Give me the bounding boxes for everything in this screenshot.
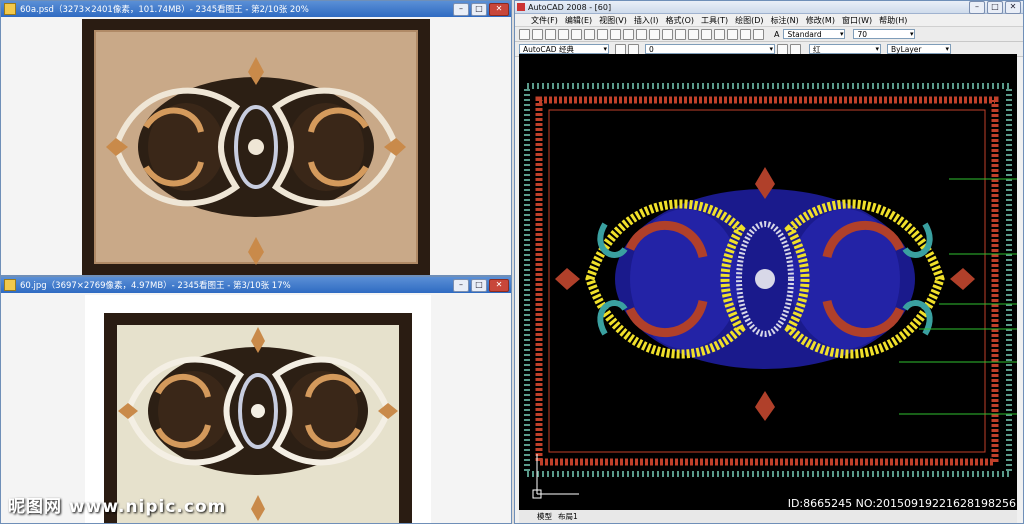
tool-palettes-icon[interactable] <box>740 28 751 40</box>
zoom-icon[interactable] <box>675 28 686 40</box>
open-icon[interactable] <box>532 28 543 40</box>
design-center-icon[interactable] <box>727 28 738 40</box>
close-button[interactable]: ✕ <box>489 278 509 292</box>
menu-help[interactable]: 帮助(H) <box>879 15 907 26</box>
cut-icon[interactable] <box>584 28 595 40</box>
marble-medallion-image-1 <box>82 19 430 275</box>
autocad-window[interactable]: AutoCAD 2008 - [60] – □ ✕ 文件(F) 编辑(E) 视图… <box>514 0 1024 524</box>
layer-select[interactable]: 0 <box>645 44 775 54</box>
app-icon <box>4 279 16 291</box>
image-viewer-window-1[interactable]: 60a.psd（3273×2401像素，101.74MB）- 2345看图王 -… <box>0 0 512 276</box>
text-style-icon: A <box>774 29 780 39</box>
menu-file[interactable]: 文件(F) <box>531 15 558 26</box>
autocad-menubar: 文件(F) 编辑(E) 视图(V) 插入(I) 格式(O) 工具(T) 绘图(D… <box>515 14 1023 27</box>
layer-manager-icon[interactable] <box>615 43 626 55</box>
layer-previous-icon[interactable] <box>790 43 801 55</box>
minimize-button[interactable]: – <box>453 278 469 292</box>
menu-draw[interactable]: 绘图(D) <box>735 15 763 26</box>
properties-icon[interactable] <box>714 28 725 40</box>
maximize-button[interactable]: □ <box>471 2 487 16</box>
viewer-1-canvas[interactable] <box>1 17 511 275</box>
standard-toolbar: A Standard 70 <box>515 27 1023 42</box>
text-height-select[interactable]: 70 <box>853 29 916 39</box>
make-current-icon[interactable] <box>777 43 788 55</box>
close-button[interactable]: ✕ <box>489 2 509 16</box>
cad-drawing-area[interactable] <box>519 54 1017 510</box>
redo-icon[interactable] <box>649 28 660 40</box>
window-1-titlebar[interactable]: 60a.psd（3273×2401像素，101.74MB）- 2345看图王 -… <box>1 1 511 17</box>
linetype-select[interactable]: ByLayer <box>887 44 951 54</box>
tab-model[interactable]: 模型 <box>537 511 552 522</box>
preview-icon[interactable] <box>571 28 582 40</box>
workspace-select[interactable]: AutoCAD 经典 <box>519 44 609 54</box>
print-icon[interactable] <box>558 28 569 40</box>
window-1-title: 60a.psd（3273×2401像素，101.74MB）- 2345看图王 -… <box>20 5 309 15</box>
menu-modify[interactable]: 修改(M) <box>806 15 835 26</box>
save-icon[interactable] <box>545 28 556 40</box>
minimize-button[interactable]: – <box>453 2 469 16</box>
menu-window[interactable]: 窗口(W) <box>842 15 872 26</box>
menu-dimension[interactable]: 标注(N) <box>771 15 799 26</box>
minimize-button[interactable]: – <box>969 1 985 14</box>
menu-format[interactable]: 格式(O) <box>665 15 694 26</box>
zoom-previous-icon[interactable] <box>701 28 712 40</box>
color-select[interactable]: 红 <box>809 44 881 54</box>
image-viewer-window-2[interactable]: 60.jpg（3697×2769像素，4.97MB）- 2345看图王 - 第3… <box>0 276 512 524</box>
help-icon[interactable] <box>753 28 764 40</box>
menu-tools[interactable]: 工具(T) <box>701 15 728 26</box>
zoom-window-icon[interactable] <box>688 28 699 40</box>
match-properties-icon[interactable] <box>623 28 634 40</box>
menu-edit[interactable]: 编辑(E) <box>565 15 592 26</box>
window-2-titlebar[interactable]: 60.jpg（3697×2769像素，4.97MB）- 2345看图王 - 第3… <box>1 277 511 293</box>
tab-layout1[interactable]: 布局1 <box>558 511 578 522</box>
new-icon[interactable] <box>519 28 530 40</box>
watermark-left: 昵图网 www.nipic.com <box>8 497 227 517</box>
cad-medallion-drawing <box>519 54 1017 510</box>
window-2-title: 60.jpg（3697×2769像素，4.97MB）- 2345看图王 - 第3… <box>20 281 291 291</box>
autocad-title: AutoCAD 2008 - [60] <box>528 2 612 12</box>
maximize-button[interactable]: □ <box>471 278 487 292</box>
undo-icon[interactable] <box>636 28 647 40</box>
maximize-button[interactable]: □ <box>987 1 1003 14</box>
close-button[interactable]: ✕ <box>1005 1 1021 14</box>
layer-state-icon[interactable] <box>628 43 639 55</box>
layout-tabs: 模型 布局1 <box>519 510 1017 523</box>
app-icon <box>4 3 16 15</box>
pan-icon[interactable] <box>662 28 673 40</box>
viewer-2-canvas[interactable] <box>1 293 511 523</box>
marble-medallion-image-2 <box>85 295 431 523</box>
text-style-select[interactable]: Standard <box>783 29 846 39</box>
copy-icon[interactable] <box>597 28 608 40</box>
menu-insert[interactable]: 插入(I) <box>634 15 659 26</box>
watermark-right: ID:8665245 NO:20150919221628198256 <box>787 497 1016 510</box>
autocad-app-icon <box>517 3 525 11</box>
autocad-titlebar[interactable]: AutoCAD 2008 - [60] – □ ✕ <box>515 1 1023 14</box>
paste-icon[interactable] <box>610 28 621 40</box>
menu-view[interactable]: 视图(V) <box>599 15 627 26</box>
